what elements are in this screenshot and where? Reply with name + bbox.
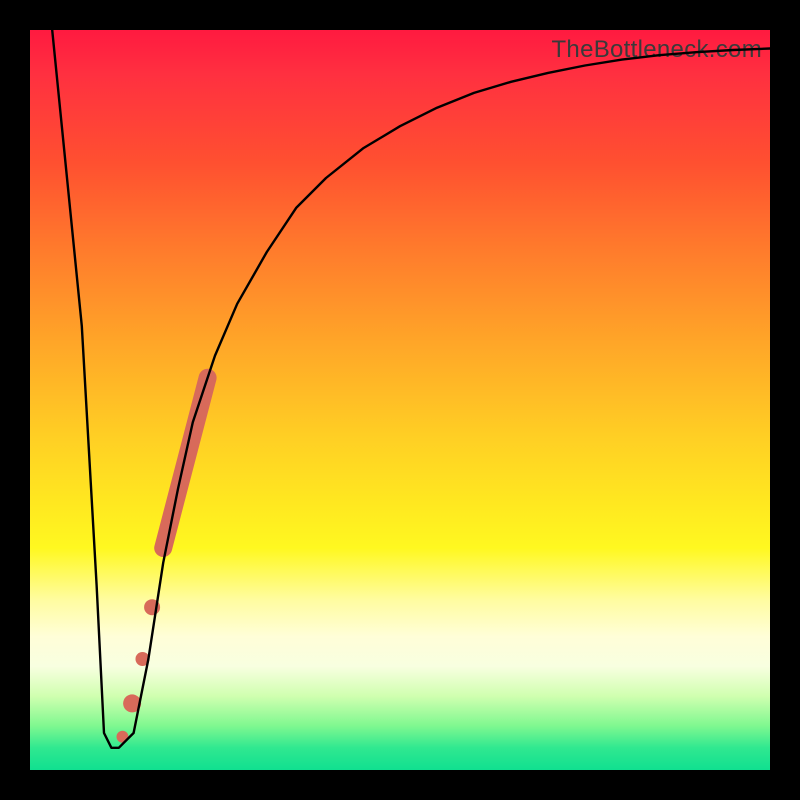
bottleneck-curve-path [52, 30, 770, 748]
highlight-markers [117, 378, 208, 743]
plot-area: TheBottleneck.com [30, 30, 770, 770]
chart-svg [30, 30, 770, 770]
highlight-segment [163, 378, 207, 548]
chart-frame: TheBottleneck.com [0, 0, 800, 800]
